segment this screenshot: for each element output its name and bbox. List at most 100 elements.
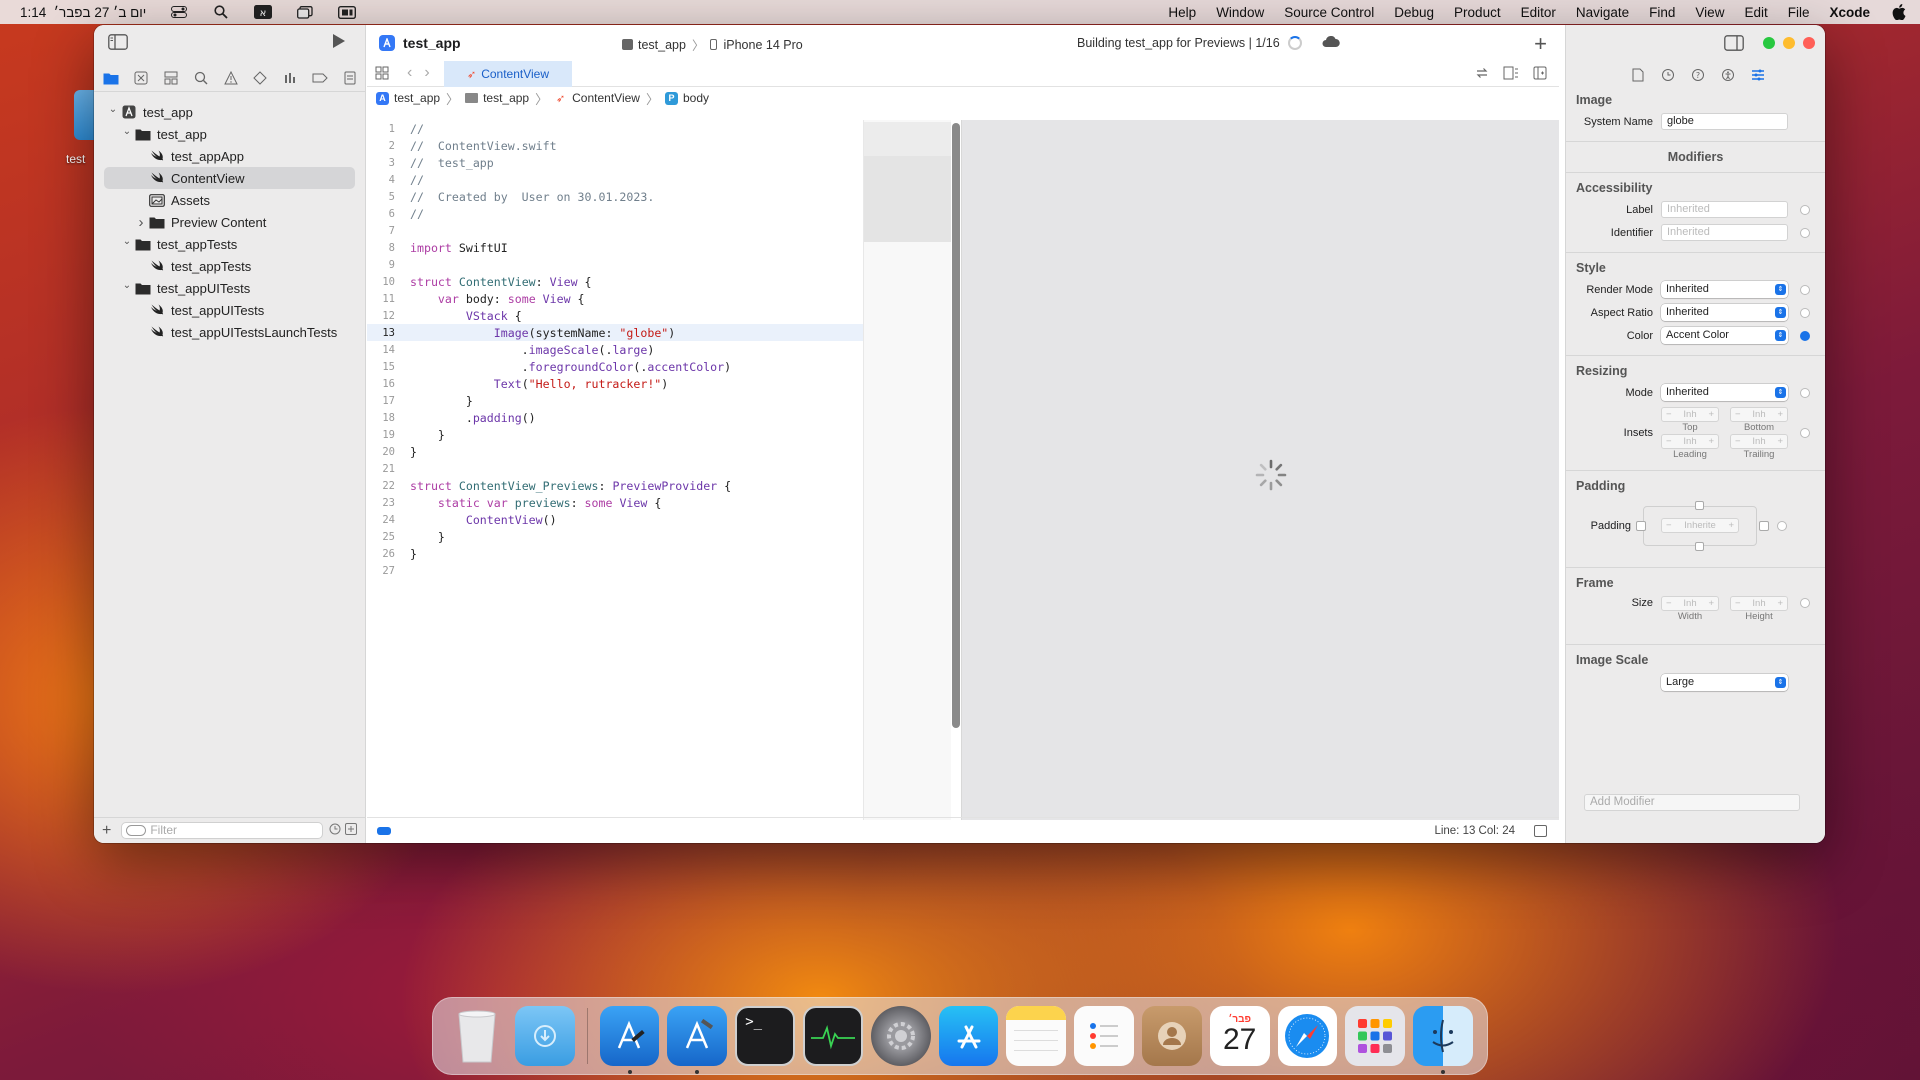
terminal-icon[interactable]: >_ (735, 1006, 795, 1066)
debug-navigator-icon[interactable] (281, 70, 299, 86)
launchpad-icon[interactable] (1345, 1006, 1406, 1066)
spotlight-icon[interactable] (212, 5, 230, 19)
run-button[interactable] (332, 33, 346, 52)
back-forward-chevrons-icon[interactable]: ‹› (407, 64, 442, 82)
xcode-icon[interactable] (667, 1006, 728, 1074)
code-line[interactable]: 18 .padding() (367, 409, 863, 426)
control-center-icon[interactable] (170, 5, 188, 19)
code-line[interactable]: 10 struct ContentView: View { (367, 273, 863, 290)
system-name-field[interactable]: globe (1661, 113, 1788, 130)
editor-options-icon[interactable] (1503, 66, 1519, 83)
debug-area-toggle-icon[interactable] (1534, 825, 1547, 837)
code-line[interactable]: 24 ContentView() (367, 511, 863, 528)
inset-bottom-stepper[interactable]: − Inh + (1730, 406, 1788, 422)
padding-bottom-checkbox[interactable] (1695, 542, 1704, 551)
system-settings-icon[interactable] (870, 1006, 931, 1066)
scheme-selector[interactable]: test_app 〉 iPhone 14 Pro (622, 35, 803, 54)
tree-row[interactable]: Assets (104, 189, 355, 211)
zoom-button[interactable] (1763, 37, 1775, 49)
test-navigator-icon[interactable] (251, 70, 269, 86)
symbol-navigator-icon[interactable] (162, 70, 180, 86)
scheme-name[interactable]: test_app (638, 38, 686, 52)
scm-filter-icon[interactable] (345, 823, 357, 838)
run-destination[interactable]: iPhone 14 Pro (723, 38, 802, 52)
desktop-folder-icon[interactable] (74, 90, 96, 140)
menu-window[interactable]: Window (1216, 5, 1264, 20)
padding-reset[interactable] (1777, 521, 1787, 531)
tree-row[interactable]: ⌄ test_app (104, 101, 355, 123)
accessibility-identifier-reset[interactable] (1800, 227, 1810, 238)
finder-icon[interactable] (1413, 1006, 1473, 1074)
calendar-icon[interactable]: פבר׳ 27 (1209, 1006, 1270, 1066)
trash-icon[interactable] (447, 1006, 507, 1066)
code-line[interactable]: 14 .imageScale(.large) (367, 341, 863, 358)
image-scale-popup[interactable]: Large ⇕ (1661, 674, 1788, 691)
library-add-icon[interactable]: + (1534, 31, 1547, 57)
code-line[interactable]: 27 (367, 562, 863, 579)
recent-files-icon[interactable] (329, 823, 341, 838)
code-line[interactable]: 2 // ContentView.swift (367, 137, 863, 154)
code-line[interactable]: 7 (367, 222, 863, 239)
notes-icon[interactable] (1006, 1006, 1067, 1066)
menu-source-control[interactable]: Source Control (1284, 5, 1374, 20)
disclosure-open-icon[interactable]: ⌄ (120, 126, 134, 137)
tree-row[interactable]: test_appApp (104, 145, 355, 167)
history-inspector-icon[interactable] (1660, 67, 1676, 83)
refresh-canvas-icon[interactable] (1475, 66, 1489, 83)
code-line[interactable]: 8 import SwiftUI (367, 239, 863, 256)
source-control-icon[interactable] (132, 70, 150, 86)
frame-reset[interactable] (1800, 598, 1810, 608)
clock[interactable]: 1:14 יום ב׳ 27 בפבר׳ (20, 5, 146, 20)
activity-monitor-icon[interactable] (803, 1006, 863, 1066)
code-line[interactable]: 23 static var previews: some View { (367, 494, 863, 511)
attributes-inspector-icon[interactable] (1750, 67, 1766, 83)
menu-debug[interactable]: Debug (1394, 5, 1434, 20)
render-mode-reset[interactable] (1800, 284, 1810, 295)
contacts-icon[interactable] (1142, 1006, 1202, 1066)
tree-row[interactable]: › Preview Content (104, 211, 355, 233)
project-title[interactable]: test_app (379, 35, 461, 51)
insets-reset[interactable] (1800, 428, 1810, 438)
cloud-status-icon[interactable] (1322, 35, 1340, 51)
inset-trailing-stepper[interactable]: − Inh + (1730, 433, 1788, 449)
code-line[interactable]: 1 // (367, 120, 863, 137)
tree-row[interactable]: test_appTests (104, 255, 355, 277)
disclosure-closed-icon[interactable]: › (134, 214, 148, 231)
menu-view[interactable]: View (1695, 5, 1724, 20)
aspect-ratio-reset[interactable] (1800, 307, 1810, 318)
disclosure-open-icon[interactable]: ⌄ (120, 236, 134, 247)
app-store-icon[interactable] (938, 1006, 999, 1066)
code-line[interactable]: 12 VStack { (367, 307, 863, 324)
tree-row[interactable]: ⌄ test_appUITests (104, 277, 355, 299)
add-file-icon[interactable]: + (102, 822, 111, 840)
code-line[interactable]: 20} (367, 443, 863, 460)
add-modifier-field[interactable]: Add Modifier (1584, 794, 1800, 811)
jumpbar-file[interactable]: ➶ ContentView (554, 91, 640, 105)
filter-options-icon[interactable] (126, 825, 147, 836)
code-line[interactable]: 13 Image(systemName: "globe") (367, 324, 863, 341)
code-line[interactable]: 5 // Created by User on 30.01.2023. (367, 188, 863, 205)
code-line[interactable]: 16 Text("Hello, rutracker!") (367, 375, 863, 392)
code-line[interactable]: 15 .foregroundColor(.accentColor) (367, 358, 863, 375)
color-reset[interactable] (1800, 330, 1810, 341)
menu-editor[interactable]: Editor (1521, 5, 1556, 20)
accessibility-label-field[interactable]: Inherited (1661, 201, 1788, 218)
inspector-toggle-icon[interactable] (1724, 35, 1744, 54)
menu-find[interactable]: Find (1649, 5, 1675, 20)
code-line[interactable]: 4 // (367, 171, 863, 188)
menu-app-name[interactable]: Xcode (1829, 5, 1870, 20)
breakpoint-navigator-icon[interactable] (311, 70, 329, 86)
source-editor[interactable]: 1//2// ContentView.swift 3// test_app 4//5… (367, 120, 863, 820)
jumpbar-group[interactable]: test_app (465, 91, 529, 105)
code-line[interactable]: 21 (367, 460, 863, 477)
project-navigator-folder-icon[interactable] (102, 70, 120, 86)
apple-menu-icon[interactable] (1890, 4, 1908, 20)
frame-width-stepper[interactable]: − Inh + (1661, 596, 1719, 611)
accessibility-inspector-icon[interactable] (1720, 67, 1736, 83)
menu-edit[interactable]: Edit (1744, 5, 1767, 20)
resizing-mode-reset[interactable] (1800, 387, 1810, 398)
issue-navigator-icon[interactable] (222, 70, 240, 86)
editor-scrollbar[interactable] (952, 123, 960, 728)
padding-stepper[interactable]: − Inherite + (1661, 518, 1739, 533)
accessibility-identifier-field[interactable]: Inherited (1661, 224, 1788, 241)
